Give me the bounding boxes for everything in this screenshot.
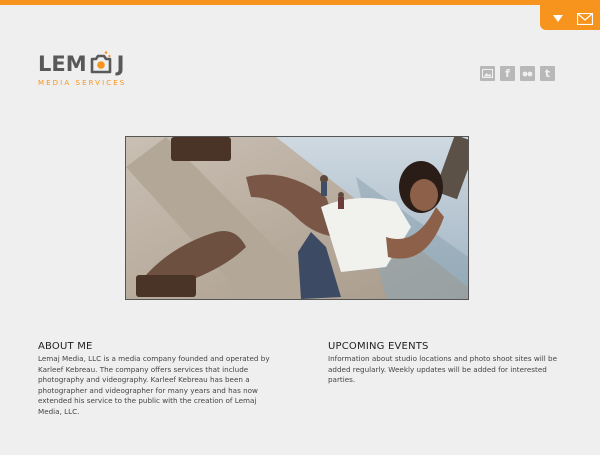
events-section: UPCOMING EVENTS Information about studio… [328,341,560,386]
top-accent-bar [0,0,600,5]
about-section: ABOUT ME Lemaj Media, LLC is a media com… [38,341,270,417]
events-body: Information about studio locations and p… [328,354,557,384]
about-heading: ABOUT ME [38,341,93,352]
featured-photo-image [126,137,468,299]
facebook-icon[interactable]: f [500,66,515,81]
image-gallery-icon[interactable] [480,66,495,81]
events-heading: UPCOMING EVENTS [328,341,429,352]
featured-photo [125,136,469,300]
flickr-icon[interactable] [520,66,535,81]
about-body: Lemaj Media, LLC is a media company foun… [38,354,270,416]
mail-icon[interactable] [576,10,594,26]
top-tab [540,0,600,30]
social-links: f t [480,66,555,81]
camera-icon [88,50,114,76]
logo-tagline: MEDIA SERVICES [38,79,127,87]
logo-text-left: LEM [38,52,87,76]
dropdown-arrow-icon[interactable] [552,9,564,22]
twitter-icon[interactable]: t [540,66,555,81]
lemaj-logo[interactable]: LEM J MEDIA SERVICES [38,46,138,90]
logo-text-right: J [116,52,125,76]
